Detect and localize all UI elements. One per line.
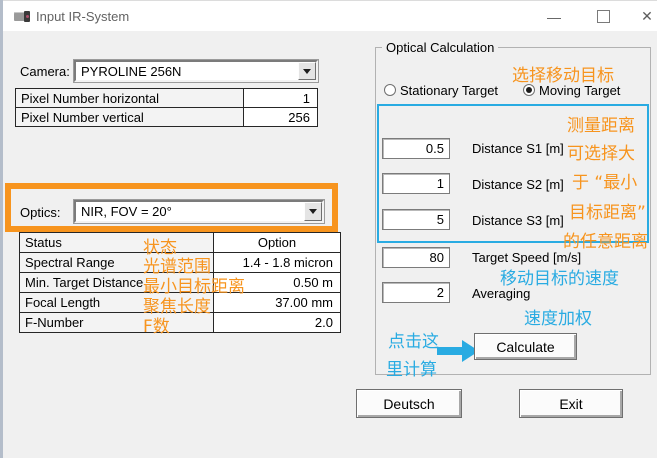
titlebar: Input IR-System — ✕ [3, 0, 657, 31]
averaging-input[interactable] [382, 282, 450, 303]
status-header-value: Option [214, 233, 340, 252]
maximize-icon [597, 10, 610, 23]
camera-label: Camera: [20, 64, 70, 79]
chevron-down-icon [303, 69, 311, 74]
annotation-measure-distance: 测量距离 [567, 111, 635, 136]
distance-s1-input[interactable] [382, 138, 450, 159]
annotation-speed-weighting: 速度加权 [524, 304, 592, 329]
annotation-f-number: F数 [143, 312, 170, 337]
camera-app-icon [14, 10, 31, 23]
camera-dropdown-button[interactable] [298, 62, 316, 80]
optics-highlight-annotation [5, 183, 338, 232]
distance-s3-input[interactable] [382, 209, 450, 230]
camera-dropdown[interactable]: PYROLINE 256N [74, 60, 318, 82]
window-title: Input IR-System [36, 9, 129, 24]
distance-s3-label: Distance S3 [m] [472, 213, 564, 228]
table-row: Pixel Number horizontal 1 [16, 89, 317, 107]
deutsch-button[interactable]: Deutsch [356, 389, 462, 418]
camera-dropdown-value: PYROLINE 256N [81, 64, 181, 79]
screen-edge-artifact [0, 0, 3, 458]
annotation-any-distance: 的任意距离 [563, 227, 648, 252]
annotation-select-moving-target: 选择移动目标 [512, 61, 614, 86]
maximize-button[interactable] [588, 1, 618, 32]
annotation-can-choose: 可选择大 [567, 139, 635, 164]
distance-s2-label: Distance S2 [m] [472, 177, 564, 192]
annotation-click-here-2: 里计算 [386, 355, 437, 380]
calculate-button[interactable]: Calculate [474, 333, 577, 360]
annotation-target-distance: 目标距离” [569, 198, 646, 223]
pixel-horizontal-label: Pixel Number horizontal [16, 89, 244, 107]
stationary-target-label[interactable]: Stationary Target [400, 83, 498, 98]
close-button[interactable]: ✕ [632, 1, 657, 32]
optical-calculation-title: Optical Calculation [382, 40, 498, 55]
pixel-table: Pixel Number horizontal 1 Pixel Number v… [15, 88, 318, 127]
annotation-than-min: 于 “最小 [572, 168, 637, 193]
target-speed-input[interactable] [382, 247, 450, 268]
arrow-icon [437, 347, 464, 355]
table-row: Pixel Number vertical 256 [16, 107, 317, 126]
distance-s2-input[interactable] [382, 173, 450, 194]
f-number-value: 2.0 [214, 313, 340, 332]
target-speed-label: Target Speed [m/s] [472, 250, 581, 265]
pixel-horizontal-value: 1 [244, 89, 317, 107]
status-header-label: Status [20, 233, 214, 252]
exit-button[interactable]: Exit [519, 389, 623, 418]
spectral-range-value: 1.4 - 1.8 micron [214, 253, 340, 272]
distance-s1-label: Distance S1 [m] [472, 141, 564, 156]
stationary-target-radio[interactable] [384, 84, 396, 96]
annotation-click-here-1: 点击这 [388, 327, 439, 352]
minimize-button[interactable]: — [539, 1, 569, 32]
input-ir-system-dialog: { "window": { "title": "Input IR-System"… [0, 0, 657, 458]
annotation-moving-target-speed: 移动目标的速度 [500, 264, 619, 289]
pixel-vertical-value: 256 [244, 108, 317, 126]
table-row: Status Option [20, 233, 340, 252]
pixel-vertical-label: Pixel Number vertical [16, 108, 244, 126]
